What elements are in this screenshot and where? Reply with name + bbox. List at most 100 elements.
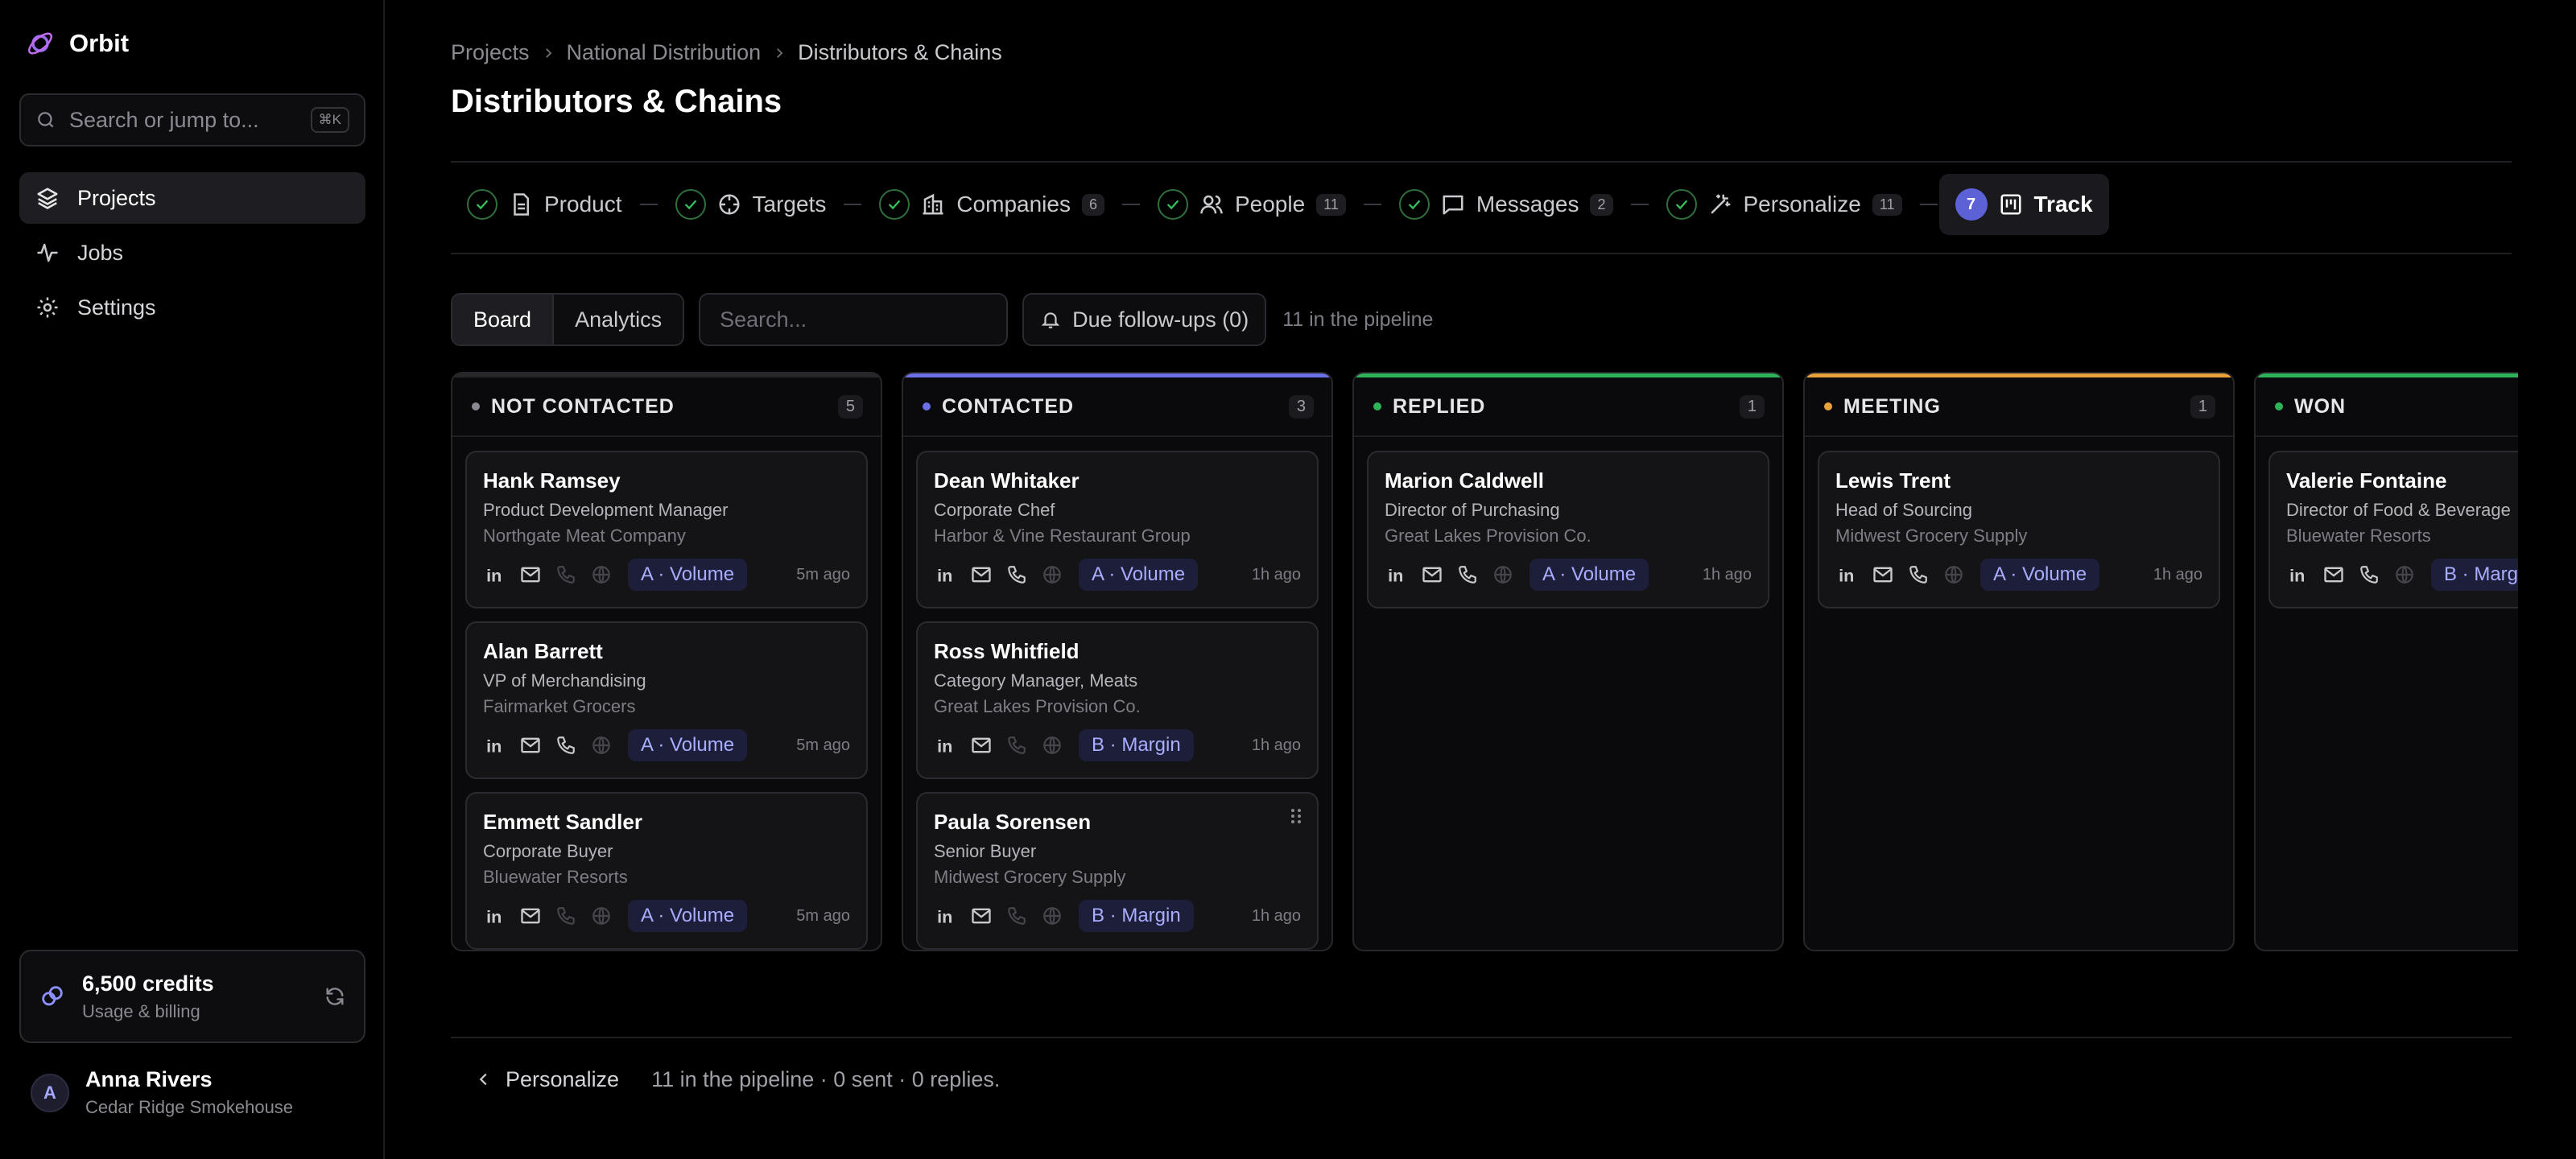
contact-card[interactable]: Ross Whitfield Category Manager, Meats G… [916,621,1319,779]
kanban-icon [1999,192,2023,217]
contact-role: Product Development Manager [483,500,729,520]
globe-icon [2392,563,2417,587]
user-profile[interactable]: A Anna Rivers Cedar Ridge Smokehouse [31,1067,293,1118]
step-label: Personalize [1743,192,1861,217]
mail-icon[interactable] [969,563,993,587]
mail-icon[interactable] [1420,563,1444,587]
contact-card[interactable]: Valerie Fontaine Director of Food & Beve… [2268,451,2518,608]
sidebar-item-settings[interactable]: Settings [19,282,365,333]
contact-name: Valerie Fontaine [2286,468,2447,493]
phone-icon[interactable] [1005,563,1029,587]
board-search-input[interactable]: Search... [699,293,1009,346]
mail-icon[interactable] [969,733,993,757]
credits-panel[interactable]: 6,500 credits Usage & billing [19,950,365,1043]
segment-tag: A · Volume [1530,559,1649,591]
step-label: Targets [752,192,827,217]
step-messages[interactable]: Messages 2 [1383,174,1629,235]
step-count: 6 [1081,193,1104,216]
footer-summary: 11 in the pipeline · 0 sent · 0 replies. [651,1066,1001,1091]
sidebar-item-jobs[interactable]: Jobs [19,227,365,278]
column-header[interactable]: WON [2256,377,2518,437]
segment-tag: A · Volume [1079,559,1199,591]
brand[interactable]: Orbit [24,27,129,60]
phone-icon[interactable] [1455,563,1480,587]
column-header[interactable]: CONTACTED 3 [903,377,1331,437]
contact-card[interactable]: Alan Barrett VP of Merchandising Fairmar… [465,621,868,779]
contact-card[interactable]: Emmett Sandler Corporate Buyer Bluewater… [465,792,868,950]
back-button[interactable]: Personalize [475,1067,619,1092]
linkedin-icon[interactable]: in [1835,563,1860,587]
contact-card[interactable]: Dean Whitaker Corporate Chef Harbor & Vi… [916,451,1319,608]
step-companies[interactable]: Companies 6 [863,174,1121,235]
linkedin-icon[interactable]: in [934,904,958,928]
step-separator [1121,204,1140,205]
linkedin-icon[interactable]: in [483,563,507,587]
contact-role: Head of Sourcing [1835,500,1972,520]
step-number: 7 [1955,188,1988,221]
sidebar-item-projects[interactable]: Projects [19,172,365,224]
drag-handle-icon[interactable] [1290,806,1302,826]
step-label: Track [2033,192,2093,217]
status-dot [923,402,931,410]
view-toggle: Board Analytics [451,293,685,346]
linkedin-icon[interactable]: in [934,733,958,757]
due-followups-label: Due follow-ups (0) [1072,307,1249,332]
breadcrumb-item[interactable]: National Distribution [567,40,762,65]
mail-icon[interactable] [1871,563,1895,587]
contact-role: Director of Food & Beverage [2286,500,2511,520]
layers-icon [35,186,60,210]
breadcrumb-item[interactable]: Projects [451,40,530,65]
step-personalize[interactable]: Personalize 11 [1650,174,1918,235]
column-title: MEETING [1843,394,1941,418]
step-track[interactable]: 7 Track [1938,174,2109,235]
search-shortcut: ⌘K [310,107,349,133]
due-followups-button[interactable]: Due follow-ups (0) [1022,293,1267,346]
check-icon [1666,189,1697,220]
mail-icon[interactable] [2322,563,2346,587]
column-header[interactable]: MEETING 1 [1805,377,2233,437]
phone-icon [554,563,578,587]
tab-board[interactable]: Board [452,295,555,344]
globe-icon [589,733,613,757]
linkedin-icon[interactable]: in [934,563,958,587]
phone-icon[interactable] [1906,563,1930,587]
contact-name: Dean Whitaker [934,468,1080,493]
search-input[interactable]: Search or jump to... ⌘K [19,93,365,146]
mail-icon[interactable] [518,563,543,587]
contact-card[interactable]: Marion Caldwell Director of Purchasing G… [1367,451,1769,608]
mail-icon[interactable] [518,733,543,757]
column-count: 5 [837,394,863,419]
linkedin-icon[interactable]: in [483,733,507,757]
step-targets[interactable]: Targets [659,174,843,235]
step-people[interactable]: People 11 [1141,174,1362,235]
mail-icon[interactable] [518,904,543,928]
svg-text:in: in [2289,566,2305,585]
refresh-icon[interactable] [324,985,346,1008]
contact-card[interactable]: Paula Sorensen Senior Buyer Midwest Groc… [916,792,1319,950]
svg-text:in: in [486,907,502,926]
updated-time: 5m ago [796,565,850,584]
card-list: Hank Ramsey Product Development Manager … [465,451,868,950]
column-header[interactable]: NOT CONTACTED 5 [452,377,881,437]
globe-icon [589,904,613,928]
contact-company: Midwest Grocery Supply [934,867,1126,887]
globe-icon [1040,733,1064,757]
updated-time: 1h ago [1702,565,1752,584]
phone-icon[interactable] [554,733,578,757]
mail-icon[interactable] [969,904,993,928]
column-header[interactable]: REPLIED 1 [1354,377,1782,437]
contact-card[interactable]: Hank Ramsey Product Development Manager … [465,451,868,608]
linkedin-icon[interactable]: in [2286,563,2310,587]
phone-icon[interactable] [2357,563,2381,587]
contact-card[interactable]: Lewis Trent Head of Sourcing Midwest Gro… [1818,451,2220,608]
segment-tag: A · Volume [628,729,748,761]
tab-analytics[interactable]: Analytics [554,295,683,344]
linkedin-icon[interactable]: in [483,904,507,928]
wand-icon [1708,192,1732,217]
building-icon [921,192,945,217]
linkedin-icon[interactable]: in [1385,563,1409,587]
segment-tag: A · Volume [1980,559,2100,591]
globe-icon [1040,904,1064,928]
step-product[interactable]: Product [451,174,638,235]
step-label: Companies [956,192,1071,217]
